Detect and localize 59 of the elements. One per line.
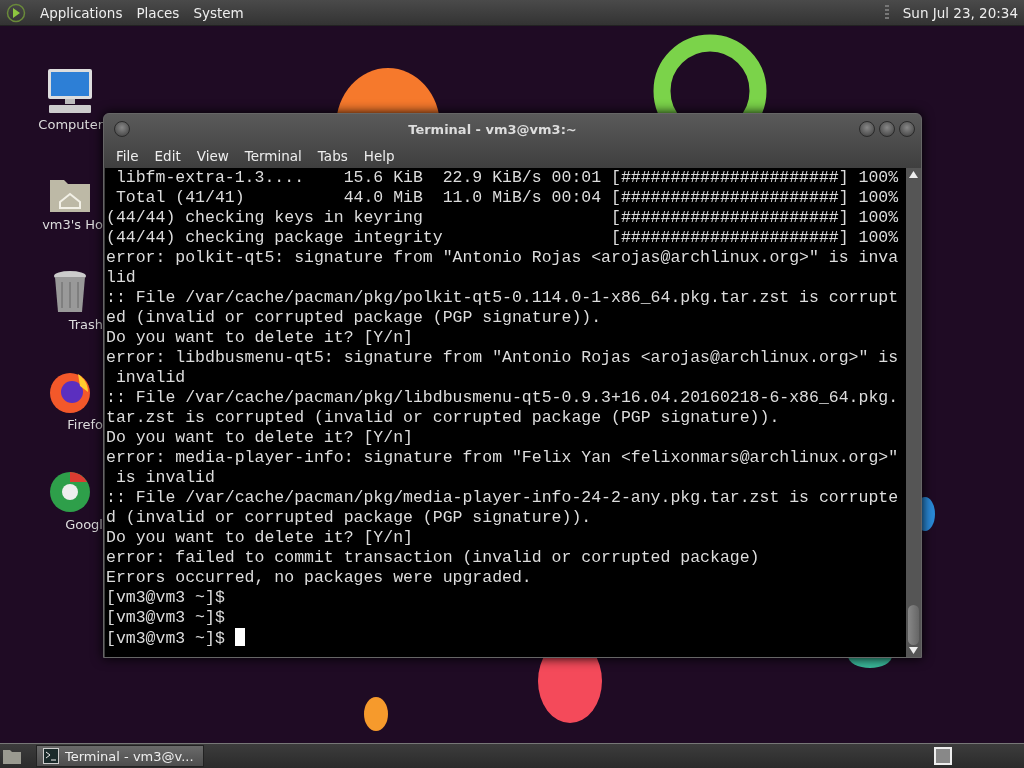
terminal-line: :: File /var/cache/pacman/pkg/media-player-info-24-2-any.pkg.tar.zst is corrupte	[106, 488, 900, 508]
trash-icon[interactable]	[52, 270, 88, 314]
desktop-icon-label[interactable]: vm3's Ho	[38, 217, 103, 232]
close-button[interactable]	[899, 121, 915, 137]
wallpaper-ellipse-shape	[364, 697, 388, 731]
menu-item[interactable]: File	[108, 146, 147, 166]
menu-item[interactable]: Tabs	[309, 146, 356, 166]
scroll-up-icon[interactable]	[909, 171, 918, 178]
terminal-line: :: File /var/cache/pacman/pkg/polkit-qt5-0.114.0-1-x86_64.pkg.tar.zst is corrupt	[106, 288, 900, 308]
menu-item[interactable]: Edit	[146, 146, 189, 166]
firefox-icon[interactable]	[48, 370, 92, 414]
clock[interactable]: Sun Jul 23, 20:34	[902, 4, 1018, 21]
terminal-line: error: libdbusmenu-qt5: signature from "Antonio Rojas <arojas@archlinux.org>" is	[106, 348, 900, 368]
terminal-line: tar.zst is corrupted (invalid or corrupted package (PGP signature)).	[106, 408, 781, 428]
terminal-line: lid	[106, 268, 137, 288]
workspace-switcher[interactable]	[934, 747, 952, 765]
desktop-icon-label[interactable]: Trash	[38, 317, 103, 332]
desktop-icon-label[interactable]: Computer	[38, 117, 103, 132]
terminal-line: is invalid	[114, 468, 216, 488]
scroll-down-icon[interactable]	[909, 647, 918, 654]
menu-item[interactable]: Help	[355, 146, 403, 166]
terminal-line: (44/44) checking package integrity [######################] 100%	[106, 228, 900, 248]
terminal-line: error: failed to commit transaction (invalid or corrupted package)	[106, 548, 761, 568]
terminal-line: error: polkit-qt5: signature from "Antonio Rojas <arojas@archlinux.org>" is inva	[106, 248, 900, 268]
panel-menu[interactable]: System	[193, 4, 244, 21]
terminal-line: :: File /var/cache/pacman/pkg/libdbusmenu-qt5-0.9.3+16.04.20160218-6-x86_64.pkg.	[106, 388, 900, 408]
terminal-line: libfm-extra-1.3.... 15.6 KiB 22.9 KiB/s 00:01 [######################] 100%	[114, 168, 900, 188]
panel-menu[interactable]: Places	[136, 4, 180, 21]
terminal-line: [vm3@vm3 ~]$	[106, 588, 226, 608]
menu-item[interactable]: Terminal	[236, 146, 310, 166]
terminal-line: [vm3@vm3 ~]$	[106, 628, 906, 648]
minimize-button[interactable]	[859, 121, 875, 137]
computer-icon[interactable]	[45, 68, 95, 114]
terminal-line: invalid	[114, 368, 187, 388]
terminal-line: error: media-player-info: signature from "Felix Yan <felixonmars@archlinux.org>"	[106, 448, 900, 468]
desktop-icon-label[interactable]: Googl	[38, 517, 103, 532]
terminal-line: Errors occurred, no packages were upgraded.	[106, 568, 533, 588]
terminal-line: ed (invalid or corrupted package (PGP signature)).	[106, 308, 603, 328]
terminal-line: [vm3@vm3 ~]$	[106, 608, 226, 628]
terminal-line: d (invalid or corrupted package (PGP signature)).	[106, 508, 593, 528]
terminal-icon	[43, 748, 59, 764]
text-cursor	[234, 628, 245, 646]
window-title: Terminal - vm3@vm3:~	[407, 121, 578, 137]
logo-icon[interactable]	[6, 2, 26, 23]
taskbar-button[interactable]: Terminal - vm3@v...	[36, 745, 204, 767]
terminal-line: (44/44) checking keys in keyring [######################] 100%	[106, 208, 900, 228]
menu-item[interactable]: View	[188, 146, 237, 166]
scrollbar[interactable]	[906, 168, 921, 657]
terminal-line: Do you want to delete it? [Y/n]	[106, 528, 414, 548]
terminal-line: Do you want to delete it? [Y/n]	[106, 428, 414, 448]
maximize-button[interactable]	[879, 121, 895, 137]
terminal-line: Do you want to delete it? [Y/n]	[106, 328, 414, 348]
desktop-icon-label[interactable]: Firefo	[38, 417, 103, 432]
panel-menu[interactable]: Applications	[40, 4, 123, 21]
show-desktop-icon[interactable]	[2, 747, 22, 765]
terminal-line: Total (41/41) 44.0 MiB 11.0 MiB/s 00:04 [######################] 100%	[114, 188, 900, 208]
scrollbar-thumb[interactable]	[908, 605, 919, 645]
window-menu-button[interactable]	[114, 121, 130, 137]
chrome-icon[interactable]	[48, 470, 92, 514]
